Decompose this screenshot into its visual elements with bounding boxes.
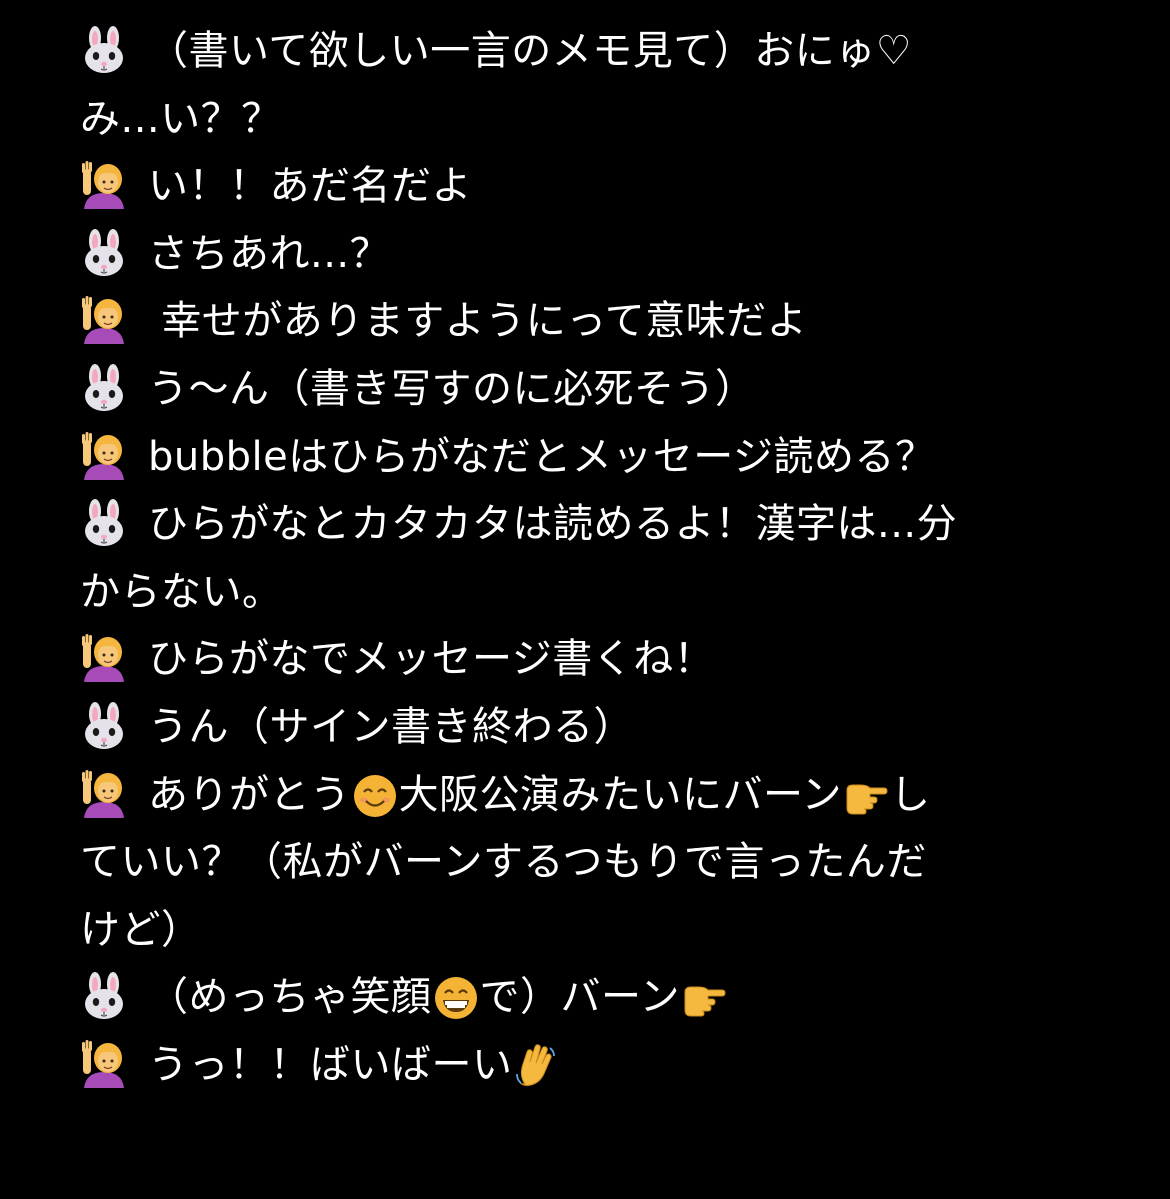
note-line: （書いて欲しい一言のメモ見て）おにゅ♡ bbox=[80, 18, 1155, 86]
note-line: うっ！！ばいばーい bbox=[80, 1032, 1155, 1100]
person-raising-hand-icon bbox=[80, 431, 128, 480]
note-line: う〜ん（書き写すのに必死そう） bbox=[80, 356, 1155, 424]
note-line: からない。 bbox=[80, 559, 1155, 627]
rabbit-icon bbox=[80, 363, 128, 412]
person-raising-hand-icon bbox=[80, 769, 128, 818]
line-text: 大阪公演みたいにバーン bbox=[398, 771, 842, 818]
note-line: ていい？（私がバーンするつもりで言ったんだ bbox=[80, 829, 1155, 897]
pointing-right-icon bbox=[682, 974, 726, 1018]
line-text: し bbox=[890, 771, 931, 818]
note-line: （めっちゃ笑顔 で）バーン bbox=[80, 964, 1155, 1032]
line-text: けど） bbox=[80, 906, 202, 953]
rabbit-icon bbox=[80, 228, 128, 277]
note-line: い！！あだ名だよ bbox=[80, 153, 1155, 221]
line-text: み...い？？ bbox=[80, 95, 282, 142]
line-text: うっ！！ばいばーい bbox=[148, 1041, 513, 1088]
note-content: （書いて欲しい一言のメモ見て）おにゅ♡ み...い？？ い！！あだ名だよ さちあ… bbox=[80, 18, 1155, 1100]
line-text: ありがとう bbox=[148, 771, 351, 818]
rabbit-icon bbox=[80, 499, 128, 547]
note-line: ありがとう 大阪公演みたいにバーン し bbox=[80, 762, 1155, 830]
line-text: （めっちゃ笑顔 bbox=[148, 974, 432, 1021]
line-text: からない。 bbox=[80, 568, 283, 615]
note-line: 幸せがありますようにって意味だよ bbox=[80, 288, 1155, 356]
person-raising-hand-icon bbox=[80, 634, 128, 683]
line-text: さちあれ...？ bbox=[148, 230, 391, 277]
waving-hand-icon bbox=[515, 1042, 559, 1086]
line-text: で）バーン bbox=[479, 974, 680, 1021]
person-raising-hand-icon bbox=[80, 296, 128, 345]
person-raising-hand-icon bbox=[80, 1039, 128, 1088]
note-line: うん（サイン書き終わる） bbox=[80, 694, 1155, 762]
person-raising-hand-icon bbox=[80, 161, 128, 210]
line-text: （書いて欲しい一言のメモ見て）おにゅ♡ bbox=[148, 28, 913, 74]
rabbit-icon bbox=[80, 972, 128, 1020]
note-line: ひらがなでメッセージ書くね！ bbox=[80, 626, 1155, 694]
line-text: う〜ん（書き写すのに必死そう） bbox=[148, 365, 756, 412]
note-line: さちあれ...？ bbox=[80, 221, 1155, 289]
line-text: bubbleはひらがなだとメッセージ読める？ bbox=[148, 433, 936, 480]
grinning-face-icon bbox=[434, 974, 478, 1020]
smiling-face-icon bbox=[353, 772, 397, 817]
line-text: 幸せがありますようにって意味だよ bbox=[148, 298, 808, 345]
note-line: ひらがなとカタカタは読めるよ！漢字は...分 bbox=[80, 491, 1155, 559]
line-text: ひらがなでメッセージ書くね！ bbox=[148, 636, 715, 683]
note-line: bubbleはひらがなだとメッセージ読める？ bbox=[80, 424, 1155, 492]
note-line: けど） bbox=[80, 897, 1155, 965]
line-text: ていい？（私がバーンするつもりで言ったんだ bbox=[80, 839, 927, 886]
line-text: い！！あだ名だよ bbox=[148, 163, 472, 210]
rabbit-icon bbox=[80, 26, 128, 74]
rabbit-icon bbox=[80, 701, 128, 750]
line-text: ひらがなとカタカタは読めるよ！漢字は...分 bbox=[148, 501, 958, 548]
line-text: うん（サイン書き終わる） bbox=[148, 703, 634, 750]
note-line: み...い？？ bbox=[80, 86, 1155, 154]
pointing-right-icon bbox=[844, 772, 888, 816]
